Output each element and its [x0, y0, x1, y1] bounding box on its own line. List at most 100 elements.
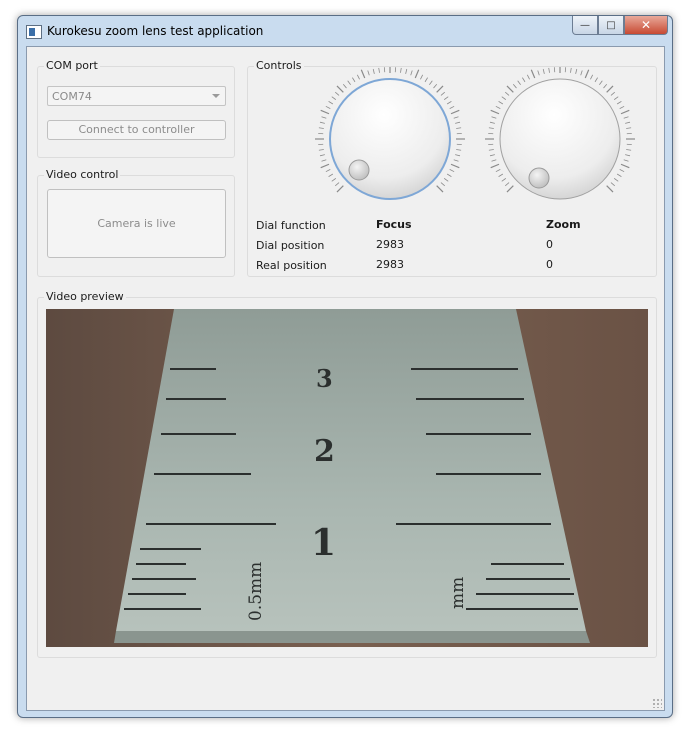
dial-tick — [319, 121, 325, 124]
dial-tick — [440, 91, 446, 96]
dial-tick — [325, 169, 331, 173]
zoom-dial-graphic — [485, 64, 635, 200]
dial-tick — [501, 178, 507, 182]
dial-tick — [331, 178, 337, 182]
ruler-photo: 1 2 3 0.5mm mm — [46, 309, 648, 647]
window-title: Kurokesu zoom lens test application — [47, 24, 264, 38]
dial-tick — [414, 69, 420, 79]
dial-tick — [342, 83, 347, 89]
dial-tick — [620, 109, 630, 115]
dial-tick — [506, 85, 514, 93]
dial-tick — [517, 80, 521, 86]
zoom-function-value: Zoom — [546, 218, 581, 231]
dial-tick — [575, 68, 578, 74]
video-preview-group: Video preview 1 2 3 0.5mm mm — [37, 290, 657, 658]
dial-tick — [318, 127, 324, 129]
dial-tick — [360, 69, 366, 79]
chevron-down-icon — [212, 94, 220, 98]
focus-real-position-value: 2983 — [376, 258, 404, 271]
dial-tick — [488, 149, 494, 151]
camera-status-label: Camera is live — [97, 217, 176, 230]
dial-tick — [613, 96, 619, 100]
dial-tick — [610, 91, 616, 96]
camera-status-button[interactable]: Camera is live — [47, 189, 226, 258]
video-preview-group-title: Video preview — [44, 290, 126, 303]
focus-dial-graphic — [315, 64, 465, 200]
com-port-group-title: COM port — [44, 59, 100, 72]
dial-tick — [491, 159, 497, 162]
maximize-button[interactable]: □ — [598, 16, 624, 35]
dial-tick — [504, 182, 510, 187]
resize-grip[interactable] — [652, 698, 662, 708]
zoom-dial-indicator — [528, 167, 550, 189]
dial-tick — [623, 159, 629, 162]
ruler-mark-1: 1 — [311, 522, 336, 564]
dial-tick — [626, 149, 632, 151]
dial-tick — [334, 182, 340, 187]
dial-tick — [410, 70, 413, 76]
close-icon: ✕ — [640, 18, 652, 32]
client-area: COM port COM74 Connect to controller Vid… — [26, 46, 665, 711]
dial-tick — [356, 74, 360, 80]
controls-group: Controls Dial function Dial position Rea… — [247, 59, 657, 277]
dial-tick — [455, 121, 461, 124]
dial-tick — [625, 154, 631, 157]
dial-tick — [580, 70, 583, 76]
dial-tick — [420, 74, 424, 80]
dial-tick — [619, 169, 625, 173]
dial-tick — [495, 105, 501, 109]
focus-function-value: Focus — [376, 218, 412, 231]
zoom-dial[interactable] — [485, 64, 635, 217]
dial-tick — [512, 83, 517, 89]
dial-tick — [584, 69, 590, 79]
dial-tick — [606, 185, 614, 193]
dial-tick — [378, 67, 380, 73]
dial-tick — [455, 154, 461, 157]
dial-tick — [319, 154, 325, 157]
video-control-group: Video control Camera is live — [37, 168, 235, 277]
dial-tick — [334, 91, 340, 96]
dial-function-label: Dial function — [256, 219, 326, 232]
dial-tick — [320, 163, 330, 169]
dial-tick — [321, 159, 327, 162]
dial-tick — [450, 163, 460, 169]
dial-tick — [331, 96, 337, 100]
dial-tick — [429, 80, 433, 86]
minimize-button[interactable]: — — [572, 16, 598, 35]
dial-tick — [328, 173, 334, 177]
dial-tick — [456, 127, 462, 129]
dial-tick — [453, 159, 459, 162]
ruler-mark-3: 3 — [316, 364, 333, 393]
dial-tick — [489, 121, 495, 124]
dial-tick — [590, 74, 594, 80]
com-port-select[interactable]: COM74 — [47, 86, 226, 106]
ruler-mark-mm: mm — [448, 577, 468, 609]
focus-dial[interactable] — [315, 64, 465, 217]
dial-tick — [501, 96, 507, 100]
dial-tick — [436, 85, 444, 93]
real-position-label: Real position — [256, 259, 327, 272]
dial-tick — [506, 185, 514, 193]
app-icon — [26, 25, 42, 39]
dial-tick — [336, 85, 344, 93]
dial-tick — [440, 182, 446, 187]
connect-button-label: Connect to controller — [78, 123, 195, 136]
title-bar[interactable]: Kurokesu zoom lens test application — □ … — [18, 16, 672, 46]
dial-tick — [610, 182, 616, 187]
minimize-icon: — — [580, 19, 590, 31]
zoom-dial-position-value: 0 — [546, 238, 553, 251]
com-port-value: COM74 — [52, 90, 92, 103]
dial-tick — [542, 68, 545, 74]
dial-tick — [603, 83, 608, 89]
dial-tick — [436, 185, 444, 193]
connect-button[interactable]: Connect to controller — [47, 120, 226, 140]
dial-tick — [526, 74, 530, 80]
dial-tick — [491, 116, 497, 119]
dial-tick — [522, 77, 526, 83]
video-control-group-title: Video control — [44, 168, 121, 181]
dial-tick — [446, 101, 452, 105]
dial-tick — [367, 70, 370, 76]
dial-tick — [433, 83, 438, 89]
close-button[interactable]: ✕ — [624, 16, 668, 35]
dial-tick — [504, 91, 510, 96]
